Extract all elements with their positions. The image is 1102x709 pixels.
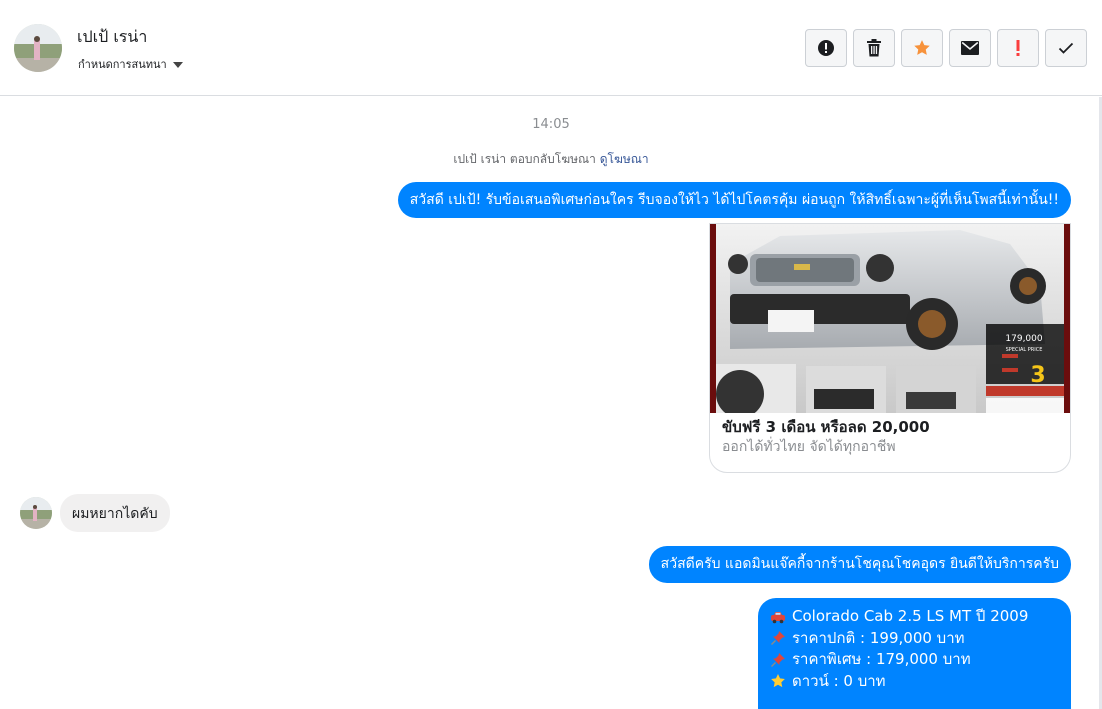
details-line: Colorado Cab 2.5 LS MT ปี 2009: [770, 606, 1059, 628]
ad-promo-number: 3: [1030, 363, 1045, 388]
outgoing-message: สวัสดีครับ แอดมินแจ๊คกี้จากร้านโชคุณโชคอ…: [648, 546, 1071, 583]
star-icon: [914, 40, 930, 55]
mark-done-button[interactable]: [1045, 29, 1087, 67]
ad-price-text: 179,000: [1005, 334, 1042, 344]
pushpin-icon: [771, 631, 785, 646]
mark-spam-button[interactable]: [805, 29, 847, 67]
incoming-message: ผมหยากไดคับ: [60, 494, 170, 532]
details-line: ดาวน์ : 0 บาท: [770, 671, 1059, 693]
conversation-header: เปเป้ เรน่า กำหนดการสนทนา: [0, 0, 1102, 96]
view-ad-link[interactable]: ดูโฆษณา: [600, 152, 649, 166]
star-icon: [771, 674, 785, 688]
mark-unread-button[interactable]: [949, 29, 991, 67]
check-icon: [1058, 42, 1074, 54]
exclamation-icon: [1016, 40, 1020, 56]
outgoing-message: สวัสดี เปเป้! รับข้อเสนอพิเศษก่อนใคร รีบ…: [397, 182, 1071, 218]
chat-settings-dropdown[interactable]: กำหนดการสนทนา: [78, 55, 183, 73]
ad-card[interactable]: 179,000 SPECIAL PRICE 3 ขับฟรี 3 เดือน ห…: [709, 223, 1071, 473]
follow-up-button[interactable]: [997, 29, 1039, 67]
trash-icon: [867, 39, 881, 57]
alert-circle-icon: [818, 40, 834, 56]
contact-avatar[interactable]: [14, 24, 62, 72]
conversation-toolbar: [805, 29, 1087, 67]
car-icon: [771, 611, 785, 624]
delete-button[interactable]: [853, 29, 895, 67]
details-line: ราคาปกติ : 199,000 บาท: [770, 628, 1059, 650]
outgoing-details-message: Colorado Cab 2.5 LS MT ปี 2009 ราคาปกติ …: [758, 598, 1071, 709]
sender-avatar[interactable]: [20, 497, 52, 529]
details-line: ราคาพิเศษ : 179,000 บาท: [770, 649, 1059, 671]
ad-special-text: SPECIAL PRICE: [1006, 347, 1043, 353]
ad-image: 179,000 SPECIAL PRICE 3: [710, 224, 1070, 413]
ad-subtitle: ออกได้ทั่วไทย จัดได้ทุกอาชีพ: [722, 439, 896, 455]
message-timestamp: 14:05: [532, 117, 570, 132]
message-thread[interactable]: 14:05 เปเป้ เรน่า ตอบกลับโฆษณา ดูโฆษณา ส…: [0, 97, 1102, 709]
details-line-text: ราคาปกติ : 199,000 บาท: [792, 628, 965, 647]
envelope-icon: [961, 41, 979, 55]
details-line-text: ดาวน์ : 0 บาท: [792, 671, 886, 690]
contact-name: เปเป้ เรน่า: [77, 27, 148, 46]
incoming-message-row: ผมหยากไดคับ: [20, 494, 170, 532]
details-line-text: ราคาพิเศษ : 179,000 บาท: [792, 650, 971, 668]
ad-reply-text: เปเป้ เรน่า ตอบกลับโฆษณา: [453, 152, 596, 166]
details-line-text: Colorado Cab 2.5 LS MT ปี 2009: [792, 607, 1029, 625]
caret-down-icon: [172, 61, 183, 68]
chat-settings-label: กำหนดการสนทนา: [78, 58, 167, 71]
pushpin-icon: [771, 652, 785, 667]
ad-reply-note: เปเป้ เรน่า ตอบกลับโฆษณา ดูโฆษณา: [0, 150, 1102, 169]
star-button[interactable]: [901, 29, 943, 67]
